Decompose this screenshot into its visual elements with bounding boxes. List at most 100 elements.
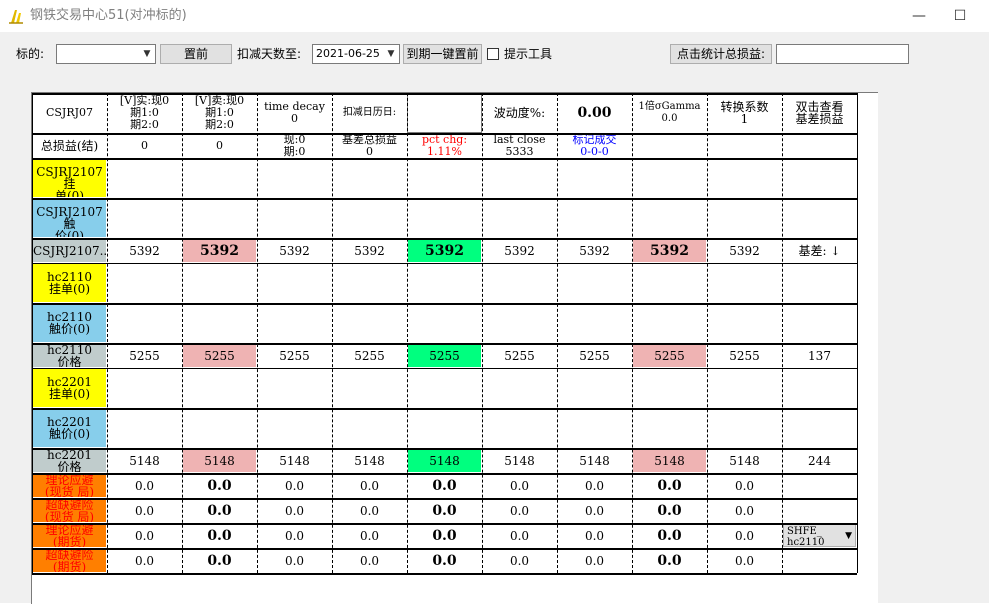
grid-cell[interactable]: 5148 bbox=[557, 448, 632, 473]
grid-cell bbox=[332, 158, 407, 198]
contract-select[interactable]: SHFE_ hc2110 ▼ bbox=[783, 524, 856, 548]
grid-cell bbox=[707, 158, 782, 198]
one-click-reset-button[interactable]: 到期一键置前 bbox=[403, 44, 482, 64]
calendar-day-input[interactable] bbox=[407, 93, 482, 133]
grid-cell[interactable]: 5392 bbox=[107, 238, 182, 263]
grid-cell[interactable]: 5255 bbox=[633, 344, 706, 367]
underlying-select[interactable]: ▼ bbox=[56, 44, 156, 64]
grid-cell bbox=[257, 408, 332, 448]
grid-cell[interactable]: 5255 bbox=[183, 344, 256, 367]
grid-cell bbox=[632, 198, 707, 238]
grid-cell[interactable]: 5148 bbox=[257, 448, 332, 473]
grid-cell[interactable]: 5148 bbox=[633, 449, 706, 472]
grid-hline bbox=[32, 473, 857, 475]
grid-cell: 0.0 bbox=[134, 553, 155, 568]
grid-cell bbox=[257, 368, 332, 408]
grid-cell[interactable]: 5148 bbox=[707, 448, 782, 473]
grid-cell[interactable]: 244 bbox=[782, 448, 857, 473]
maximize-button[interactable]: ☐ bbox=[945, 6, 975, 26]
grid-cell[interactable]: 5392 bbox=[557, 238, 632, 263]
grid-cell bbox=[182, 368, 257, 408]
grid-cell[interactable]: 5392 bbox=[183, 239, 256, 262]
header-cell: time decay 0 bbox=[264, 100, 325, 125]
grid-cell[interactable]: 5148 bbox=[183, 449, 256, 472]
grid-cell bbox=[782, 303, 857, 343]
grid-cell bbox=[557, 158, 632, 198]
grid-cell[interactable]: 5255 bbox=[107, 343, 182, 368]
grid-cell[interactable]: 5392 bbox=[332, 238, 407, 263]
grid-cell[interactable]: 5148 bbox=[332, 448, 407, 473]
grid-cell bbox=[707, 198, 782, 238]
grid-cell: 0.0 bbox=[509, 553, 530, 568]
grid-cell bbox=[332, 303, 407, 343]
tip-tool-checkbox[interactable] bbox=[487, 48, 499, 60]
row-label: 超缺避险 (现货 局) bbox=[33, 499, 106, 522]
grid-cell[interactable]: 5148 bbox=[107, 448, 182, 473]
grid-cell[interactable]: 5255 bbox=[557, 343, 632, 368]
grid-cell bbox=[782, 548, 857, 573]
grid-cell bbox=[557, 198, 632, 238]
row-label: 超缺避险 (期货) bbox=[33, 549, 106, 572]
grid-cell bbox=[632, 303, 707, 343]
grid-cell: 0.0 bbox=[134, 503, 155, 518]
grid-hline bbox=[32, 368, 857, 369]
grid-cell[interactable]: 5392 bbox=[633, 239, 706, 262]
grid-cell bbox=[332, 263, 407, 303]
grid-cell[interactable]: 5255 bbox=[408, 344, 481, 367]
stats-field[interactable] bbox=[776, 44, 909, 64]
grid-cell bbox=[482, 263, 557, 303]
grid-cell[interactable]: 5255 bbox=[332, 343, 407, 368]
grid-hline bbox=[32, 408, 857, 410]
grid-cell bbox=[107, 408, 182, 448]
grid-cell: 0.0 bbox=[657, 552, 682, 569]
grid-cell[interactable]: 5255 bbox=[482, 343, 557, 368]
grid-cell bbox=[257, 198, 332, 238]
grid-cell: 0.0 bbox=[359, 503, 380, 518]
reset-button[interactable]: 置前 bbox=[160, 44, 232, 64]
grid-cell bbox=[782, 263, 857, 303]
row-label: 理论应避 (现货 局) bbox=[33, 474, 106, 497]
grid-cell: 0.0 bbox=[657, 477, 682, 494]
row-label: CSJRJ2107... bbox=[33, 239, 106, 262]
grid-cell: 0.0 bbox=[509, 503, 530, 518]
grid-cell bbox=[257, 303, 332, 343]
grid-hline bbox=[32, 573, 857, 575]
grid-vline bbox=[707, 93, 708, 573]
grid-cell bbox=[782, 368, 857, 408]
grid-cell: 0.0 bbox=[359, 553, 380, 568]
grid-vline bbox=[632, 93, 633, 573]
grid-cell: 0.0 bbox=[432, 477, 457, 494]
grid-cell bbox=[707, 408, 782, 448]
grid-hline bbox=[32, 93, 857, 95]
grid-cell: 0.0 bbox=[284, 478, 305, 493]
grid-cell[interactable]: 5392 bbox=[257, 238, 332, 263]
grid-cell[interactable]: 5148 bbox=[482, 448, 557, 473]
grid-cell: 0.0 bbox=[432, 552, 457, 569]
grid-cell bbox=[632, 408, 707, 448]
stats-button[interactable]: 点击统计总损益: bbox=[670, 44, 772, 64]
grid-cell[interactable]: 5392 bbox=[408, 239, 481, 262]
grid-vline bbox=[482, 93, 483, 573]
grid-cell[interactable]: 137 bbox=[782, 343, 857, 368]
header-cell: 扣减日历日: bbox=[342, 107, 397, 118]
grid-cell[interactable]: 5255 bbox=[257, 343, 332, 368]
grid-cell[interactable]: 5392 bbox=[707, 238, 782, 263]
grid-cell bbox=[707, 263, 782, 303]
grid-cell[interactable]: 5255 bbox=[707, 343, 782, 368]
header-cell: 波动度%: bbox=[493, 106, 546, 120]
bamboo-app-icon bbox=[9, 10, 23, 24]
grid-cell bbox=[407, 408, 482, 448]
grid-cell bbox=[632, 368, 707, 408]
grid-hline bbox=[32, 498, 857, 500]
grid-cell: 0.0 bbox=[734, 503, 755, 518]
grid-cell bbox=[182, 158, 257, 198]
grid-cell bbox=[557, 408, 632, 448]
grid-cell[interactable]: 5392 bbox=[482, 238, 557, 263]
grid-cell: 0.0 bbox=[734, 528, 755, 543]
minimize-button[interactable]: — bbox=[904, 6, 934, 26]
grid-cell bbox=[332, 368, 407, 408]
grid-cell bbox=[182, 198, 257, 238]
grid-cell[interactable]: 5148 bbox=[408, 449, 481, 472]
date-picker[interactable]: 2021-06-25 ▼ bbox=[312, 44, 400, 64]
grid-cell[interactable]: 基差: ↓ bbox=[782, 238, 857, 263]
